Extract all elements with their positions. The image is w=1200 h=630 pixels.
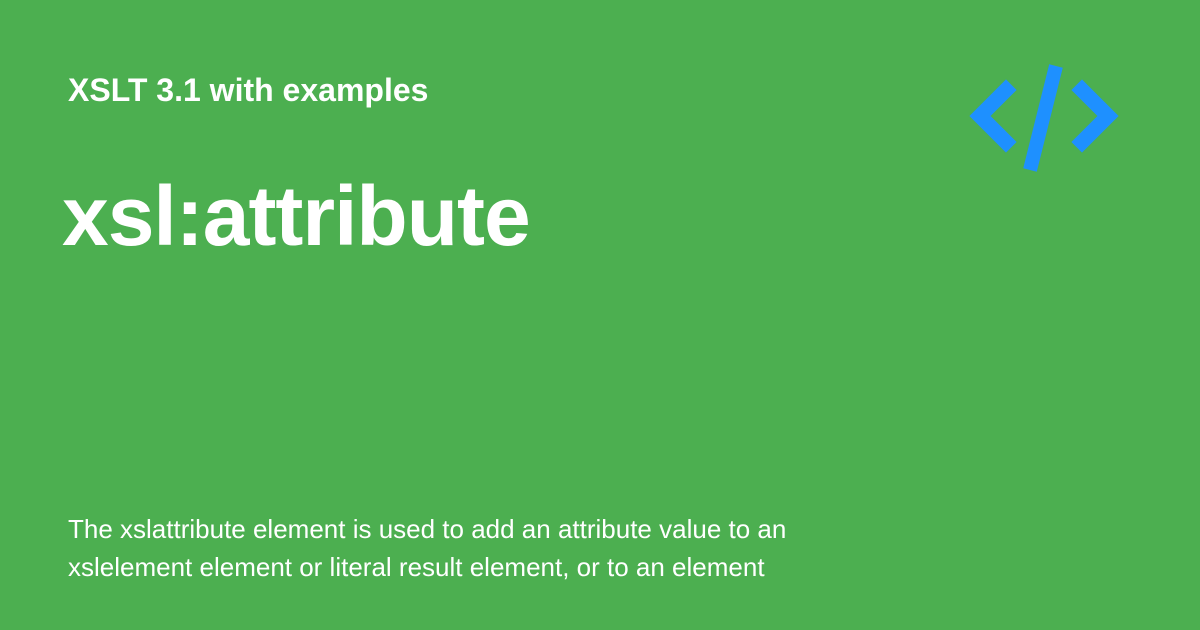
description-line: The xslattribute element is used to add … (68, 514, 787, 544)
code-brackets-icon (969, 64, 1119, 172)
description-line: xslelement element or literal result ele… (68, 552, 765, 582)
social-card: XSLT 3.1 with examples xsl:attribute The… (0, 0, 1200, 630)
page-description: The xslattribute element is used to add … (68, 510, 888, 586)
page-title: xsl:attribute (62, 169, 531, 263)
site-subtitle: XSLT 3.1 with examples (68, 72, 429, 108)
